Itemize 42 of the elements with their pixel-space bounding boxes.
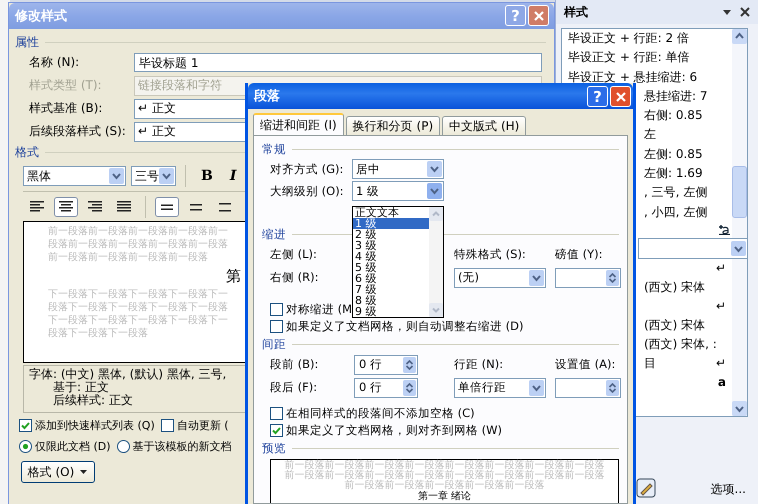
field-label: 大纲级别 (O): [270,184,345,198]
group-heading: 常规 [262,142,286,156]
style-type-mark: a [718,375,726,390]
group-heading: 缩进 [262,226,286,242]
field-label: 对齐方式 (G): [270,162,344,176]
pane-title: 样式 [564,4,589,20]
field-label: 样式类型 (T): [29,77,103,94]
preview-text: 下一段落下一段落下一段落下一段落下一 [48,314,228,327]
description-text: 后续样式: 正文 [52,394,133,407]
style-type-mark: ↵ [716,261,726,276]
style-type-mark: ↵ [716,299,726,314]
preview-text: 段落前一段落前一段落前一段落前一段落 [48,238,228,251]
preview-text: 前一段落前一段落前一段落前一段落前一段落前一段落前一段落前一段落 [284,471,604,481]
field-label: 特殊格式 (S): [454,247,527,262]
preview-heading: 第一章 绪论 [418,491,472,503]
window-title: 段落 [254,88,280,105]
group-heading: 预览 [262,440,286,456]
preview-heading: 第 [226,266,241,287]
field-label: 右侧 (R): [270,270,320,285]
group-heading: 属性 [15,34,39,50]
preview-text: 前一段落前一段落前一段落前一段落前一段落前一段落前一段落前一段落 [284,461,604,471]
description-text: 字体: (中文) 黑体, (默认) 黑体, 三号, [29,368,226,381]
preview-text: 前一段落前一段落前一段落前一段落前一段落 [344,481,544,491]
style-type-mark: ↵ [716,356,726,370]
field-label: 样式基准 (B): [29,100,104,117]
field-label: 后续段落样式 (S): [29,123,127,140]
group-heading: 间距 [262,336,286,352]
field-label: 段后 (F): [270,380,318,395]
preview-text: 下一段落下一段落下一段落下一段落下一 [48,288,228,301]
field-label: 段前 (B): [270,357,320,372]
field-label: 磅值 (Y): [555,247,604,262]
group-heading: 格式 [15,144,39,160]
preview-text: 前一段落前一段落前一段落前一段落 [48,251,208,264]
field-label: 设置值 (A): [555,357,616,372]
preview-text: 段落下一段落下一段落 [48,327,148,340]
field-label: 行距 (N): [454,357,504,372]
window-title: 修改样式 [15,8,67,25]
preview-text: 前一段落前一段落前一段落前一段落前一 [48,225,228,238]
field-label: 左侧 (L): [270,247,318,262]
field-label: 名称 (N): [29,54,80,71]
preview-text: 段落下一段落下一段落下一段落下一段落 [48,301,228,314]
description-text: 基于: 正文 [52,381,109,394]
